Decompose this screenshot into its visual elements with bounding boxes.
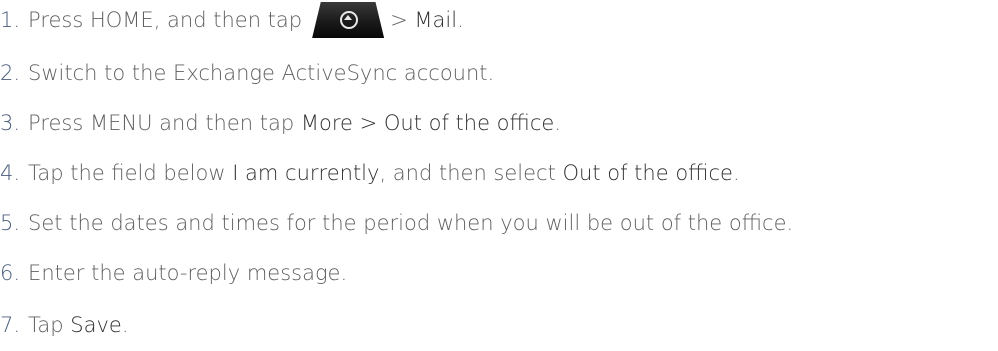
- all-apps-icon[interactable]: [312, 2, 385, 38]
- step-text-separator: >: [390, 8, 415, 32]
- step-number: 6.: [0, 261, 21, 285]
- step-4: 4. Tap the field below I am currently , …: [0, 161, 740, 185]
- step-text: Tap the field below: [28, 161, 233, 185]
- step-emphasis-more-out-of-office: More > Out of the office: [300, 111, 555, 135]
- step-7: 7. Tap Save .: [0, 313, 129, 337]
- step-number: 2.: [0, 61, 21, 85]
- step-text: Tap: [28, 313, 71, 337]
- step-text-period: .: [732, 161, 740, 185]
- step-emphasis-out-of-office: Out of the office: [562, 161, 733, 185]
- step-emphasis-i-am-currently: I am currently: [232, 161, 380, 185]
- step-number: 3.: [0, 111, 21, 135]
- step-number: 4.: [0, 161, 21, 185]
- step-number: 1.: [0, 8, 21, 32]
- step-3: 3. Press MENU and then tap More > Out of…: [0, 111, 561, 135]
- step-2: 2. Switch to the Exchange ActiveSync acc…: [0, 61, 494, 85]
- step-text-period: .: [554, 111, 561, 135]
- step-6: 6. Enter the auto-reply message.: [0, 261, 347, 285]
- step-text: Switch to the Exchange ActiveSync accoun…: [28, 61, 495, 85]
- step-number: 7.: [0, 313, 21, 337]
- step-text: Enter the auto-reply message.: [28, 261, 348, 285]
- step-emphasis-mail: Mail: [414, 8, 458, 32]
- step-number: 5.: [0, 211, 21, 235]
- step-text: Set the dates and times for the period w…: [28, 211, 794, 235]
- step-5: 5. Set the dates and times for the perio…: [0, 211, 793, 235]
- step-1: 1. Press HOME, and then tap > Mail .: [0, 2, 464, 38]
- step-text-period: .: [121, 313, 129, 337]
- all-apps-ring-icon: [340, 11, 359, 29]
- step-text-period: .: [457, 8, 464, 32]
- up-arrow-icon: [344, 15, 353, 20]
- step-text: Press HOME, and then tap: [28, 8, 303, 32]
- step-text-middle: , and then select: [379, 161, 563, 185]
- step-text: Press MENU and then tap: [28, 111, 301, 135]
- step-emphasis-save: Save: [70, 313, 122, 337]
